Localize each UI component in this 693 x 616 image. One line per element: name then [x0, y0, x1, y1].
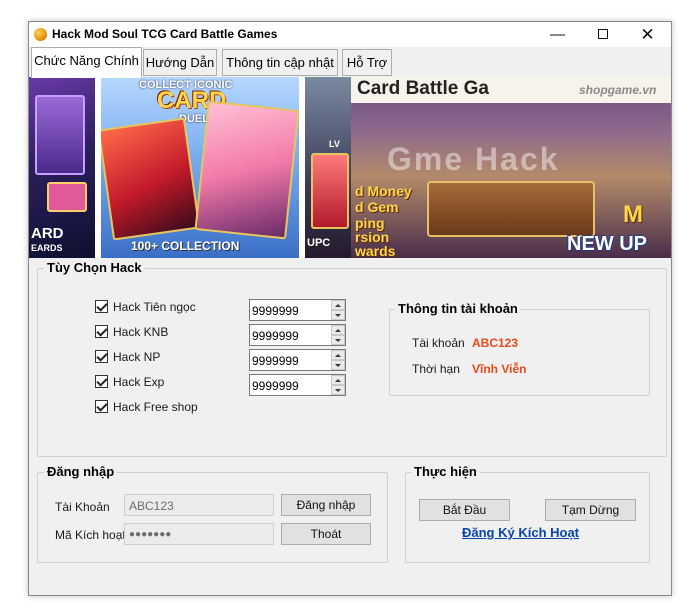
banner-text: LV: [329, 139, 340, 149]
tien-ngoc-stepper[interactable]: 9999999: [249, 299, 346, 321]
tab-main-functions[interactable]: Chức Năng Chính: [31, 47, 142, 78]
stepper-value: 9999999: [252, 304, 299, 318]
hack-exp-checkbox[interactable]: [95, 375, 108, 388]
card-art: [194, 100, 299, 240]
tab-bar: Chức Năng Chính Hướng Dẫn Thông tin cập …: [29, 47, 671, 78]
stepper-down-icon[interactable]: [331, 335, 345, 345]
stepper-value: 9999999: [252, 379, 299, 393]
exp-stepper[interactable]: 9999999: [249, 374, 346, 396]
checkbox-label: Hack KNB: [113, 325, 169, 339]
maximize-button[interactable]: [580, 22, 625, 47]
login-group: Đăng nhập Tài Khoản ABC123 Đăng nhập Mã …: [37, 464, 388, 563]
app-icon: [34, 28, 47, 41]
promo-banner: ARD EARDS COLLECT ICONIC CARD DUEL 100+ …: [29, 77, 671, 258]
stepper-value: 9999999: [252, 354, 299, 368]
knb-stepper[interactable]: 9999999: [249, 324, 346, 346]
account-label: Tài khoản: [412, 336, 465, 350]
close-button[interactable]: ✕: [625, 22, 670, 47]
banner-text: NEW UP: [567, 233, 647, 255]
banner-text: ARD: [31, 225, 64, 242]
hack-options-group: Tùy Chọn Hack Hack Tiên ngọc Hack KNB Ha…: [37, 260, 667, 457]
app-window: Hack Mod Soul TCG Card Battle Games — ✕ …: [28, 21, 672, 596]
checkbox-label: Hack Tiên ngọc: [113, 300, 196, 314]
window-title: Hack Mod Soul TCG Card Battle Games: [52, 27, 278, 41]
stepper-down-icon[interactable]: [331, 310, 345, 320]
account-info-group: Thông tin tài khoản Tài khoản ABC123 Thờ…: [389, 301, 650, 396]
tab-guide[interactable]: Hướng Dẫn: [143, 49, 217, 76]
group-title: Tùy Chọn Hack: [44, 260, 145, 275]
group-title: Thực hiện: [411, 464, 480, 479]
watermark-text: shopgame.vn: [579, 83, 657, 97]
stepper-down-icon[interactable]: [331, 360, 345, 370]
hack-knb-checkbox[interactable]: [95, 325, 108, 338]
checkbox-label: Hack Free shop: [113, 400, 198, 414]
group-title: Thông tin tài khoản: [395, 301, 521, 316]
treasure-chest: [427, 181, 595, 237]
card-art: [101, 117, 201, 241]
stepper-up-icon[interactable]: [331, 350, 345, 360]
duration-label: Thời hạn: [412, 362, 460, 376]
login-button[interactable]: Đăng nhập: [281, 494, 371, 516]
minimize-button[interactable]: —: [535, 22, 580, 47]
stepper-up-icon[interactable]: [331, 375, 345, 385]
stepper-up-icon[interactable]: [331, 300, 345, 310]
banner-text: wards: [355, 243, 396, 258]
stepper-down-icon[interactable]: [331, 385, 345, 395]
exit-button[interactable]: Thoát: [281, 523, 371, 545]
maximize-icon: [597, 28, 608, 39]
title-bar: Hack Mod Soul TCG Card Battle Games — ✕: [29, 22, 671, 47]
banner-text: UPC: [307, 237, 331, 249]
card-art: [35, 95, 85, 175]
card-art: [311, 153, 349, 229]
account-value: ABC123: [472, 336, 519, 350]
tab-support[interactable]: Hỗ Trợ: [342, 49, 392, 76]
activation-code-label: Mã Kích hoạt: [55, 528, 126, 542]
card-art: [47, 182, 87, 212]
banner-text: d Money: [355, 183, 412, 199]
account-field-label: Tài Khoản: [55, 500, 110, 514]
actions-group: Thực hiện Bắt Đầu Tạm Dừng Đăng Ký Kích …: [405, 464, 650, 563]
pause-button[interactable]: Tạm Dừng: [545, 499, 636, 521]
stepper-value: 9999999: [252, 329, 299, 343]
banner-panel-2: COLLECT ICONIC CARD DUEL 100+ COLLECTION: [101, 77, 299, 258]
banner-text: M: [623, 201, 643, 228]
banner-panel-1: ARD EARDS: [29, 77, 95, 258]
checkbox-label: Hack Exp: [113, 375, 165, 389]
register-activation-link[interactable]: Đăng Ký Kích Hoạt: [462, 525, 579, 540]
stepper-up-icon[interactable]: [331, 325, 345, 335]
banner-text: d Gem: [355, 199, 399, 215]
hack-free-shop-checkbox[interactable]: [95, 400, 108, 413]
start-button[interactable]: Bắt Đầu: [419, 499, 510, 521]
banner-panel-4: Card Battle Ga shopgame.vn Gme Hack d Mo…: [351, 77, 671, 258]
hack-tien-ngoc-checkbox[interactable]: [95, 300, 108, 313]
overlay-text: Gme Hack: [387, 141, 560, 177]
duration-value: Vĩnh Viễn: [472, 362, 527, 376]
banner-text: EARDS: [31, 243, 63, 253]
banner-panel-3: LV UPC: [305, 77, 351, 258]
tab-update-info[interactable]: Thông tin cập nhật: [222, 49, 338, 76]
banner-text: 100+ COLLECTION: [131, 239, 240, 253]
group-title: Đăng nhập: [44, 464, 118, 479]
hack-np-checkbox[interactable]: [95, 350, 108, 363]
account-field[interactable]: ABC123: [124, 494, 274, 516]
activation-code-field[interactable]: ●●●●●●●: [124, 523, 274, 545]
np-stepper[interactable]: 9999999: [249, 349, 346, 371]
checkbox-label: Hack NP: [113, 350, 161, 364]
banner-title: Card Battle Ga: [357, 78, 489, 99]
